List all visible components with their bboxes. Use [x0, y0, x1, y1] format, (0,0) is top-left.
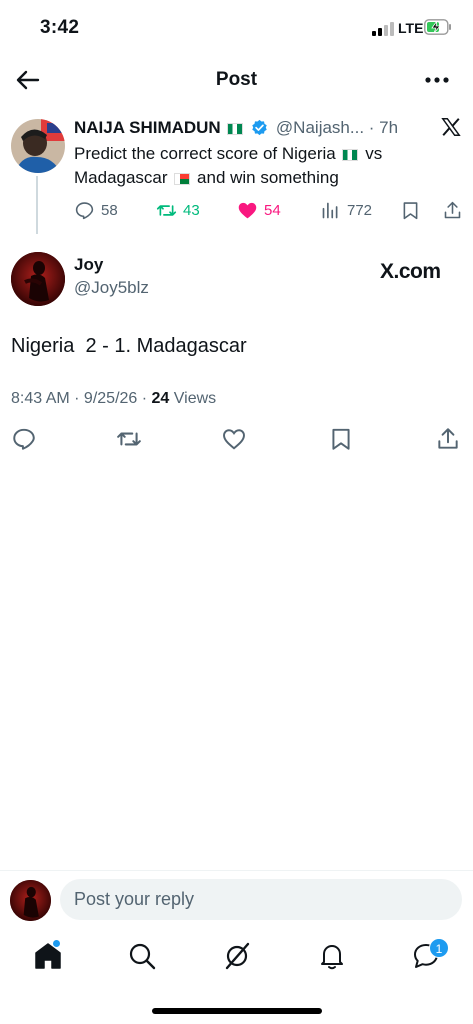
bookmark-button[interactable]: [400, 196, 427, 224]
bookmark-icon[interactable]: [328, 426, 354, 452]
reply-button[interactable]: 58: [74, 196, 118, 224]
tweet-timestamp[interactable]: 8:43 AM · 9/25/26 ·: [11, 390, 152, 407]
home-indicator[interactable]: [152, 1008, 322, 1014]
page-title: Post: [215, 69, 258, 90]
tweet-text: Nigeria 2 - 1. Madagascar: [11, 335, 247, 357]
source-label: X.com: [380, 260, 441, 283]
views-chart-icon: [322, 202, 338, 218]
tweet-text: Predict the correct score of Nigeria vs …: [74, 142, 454, 190]
reply-icon: [75, 201, 94, 219]
battery-charging-icon: [424, 19, 451, 35]
repost-icon: [156, 204, 177, 216]
nigeria-flag-icon: [342, 149, 359, 161]
status-bar: 3:42 LTE: [0, 0, 473, 56]
tweet-author-row: NAIJA SHIMADUN @Naijash... · 7h: [74, 118, 434, 142]
tweet-text-part: and win something: [197, 168, 339, 187]
reply-count: 58: [101, 201, 118, 219]
messages-badge: 1: [429, 938, 449, 958]
home-unread-dot: [53, 940, 60, 947]
tweet-views-count: 24: [151, 390, 170, 407]
tweet-meta: 8:43 AM · 9/25/26 · 24 Views: [11, 390, 216, 408]
nigeria-flag-icon: [227, 123, 244, 135]
views-button[interactable]: 772: [320, 196, 372, 224]
tweet-actions: [0, 426, 473, 454]
author-handle[interactable]: @Joy5blz: [74, 278, 149, 298]
reply-icon[interactable]: [11, 426, 37, 452]
tweet-time: · 7h: [368, 118, 399, 137]
heart-filled-icon: [238, 202, 257, 218]
reply-input[interactable]: [60, 879, 462, 920]
tweet-actions: 58 43 54 772: [74, 196, 464, 224]
views-count: 772: [347, 201, 373, 219]
verified-badge-icon: [252, 119, 267, 136]
author-name[interactable]: Joy: [74, 255, 103, 275]
divider: [0, 870, 473, 871]
more-options-icon[interactable]: [422, 66, 452, 94]
grok-icon[interactable]: [222, 941, 252, 971]
x-logo-icon: [441, 118, 461, 136]
avatar[interactable]: [11, 252, 65, 306]
post-header: Post: [0, 60, 473, 102]
like-button[interactable]: 54: [237, 196, 281, 224]
tweet-views-label: Views: [169, 390, 217, 407]
repost-button[interactable]: 43: [156, 196, 200, 224]
madagascar-flag-icon: [174, 173, 191, 185]
share-icon[interactable]: [435, 426, 461, 452]
avatar[interactable]: [11, 119, 65, 173]
heart-icon[interactable]: [221, 426, 247, 452]
notifications-icon[interactable]: [317, 941, 347, 971]
parent-tweet[interactable]: NAIJA SHIMADUN @Naijash... · 7h Predict …: [0, 112, 473, 242]
share-icon: [444, 201, 461, 218]
repost-icon[interactable]: [116, 426, 142, 452]
search-icon[interactable]: [127, 941, 157, 971]
network-label: LTE: [398, 20, 424, 36]
bottom-nav: [0, 935, 473, 979]
signal-icon: [372, 22, 396, 36]
tweet-text-part: Madagascar: [74, 168, 168, 187]
author-name[interactable]: NAIJA SHIMADUN: [74, 118, 221, 137]
share-button[interactable]: [442, 196, 469, 224]
thread-line: [36, 176, 38, 234]
tweet-text-part: Predict the correct score of Nigeria: [74, 144, 336, 163]
bookmark-icon: [403, 201, 418, 219]
tweet-text-part: vs: [365, 144, 383, 163]
author-handle[interactable]: @Naijash...: [276, 118, 364, 137]
status-time: 3:42: [40, 17, 80, 38]
like-count: 54: [264, 201, 281, 219]
repost-count: 43: [183, 201, 200, 219]
avatar: [10, 880, 51, 921]
